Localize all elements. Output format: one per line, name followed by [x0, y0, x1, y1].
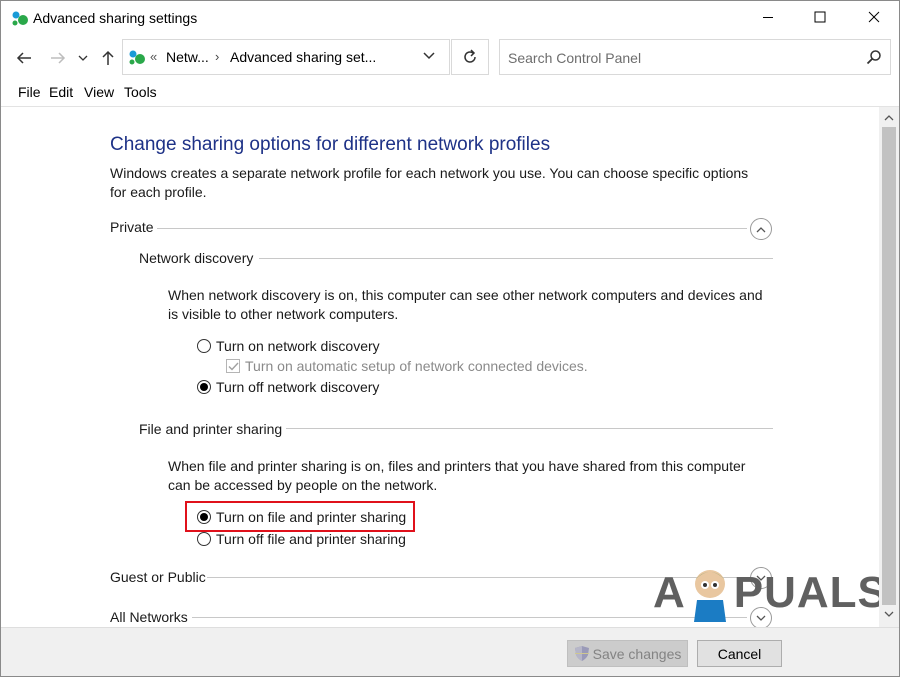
chevron-up-icon	[756, 226, 766, 232]
menu-view[interactable]: View	[84, 84, 114, 100]
overflow-chevron[interactable]: «	[150, 49, 157, 64]
highlight-annotation	[185, 501, 415, 532]
network-location-icon	[129, 50, 145, 65]
scroll-up-arrow-icon	[884, 115, 894, 121]
radio-label: Turn off file and printer sharing	[216, 531, 406, 547]
window-title: Advanced sharing settings	[33, 10, 198, 26]
back-arrow-icon	[16, 52, 31, 64]
page-intro: Windows creates a separate network profi…	[110, 165, 749, 200]
maximize-button[interactable]	[797, 1, 843, 33]
close-icon	[868, 11, 880, 23]
radio-button[interactable]	[197, 339, 211, 353]
scroll-thumb[interactable]	[882, 127, 896, 605]
breadcrumb-separator[interactable]: ›	[215, 49, 219, 64]
private-collapse-button[interactable]	[750, 218, 772, 240]
search-box[interactable]: Search Control Panel	[499, 39, 891, 75]
network-discovery-description: When network discovery is on, this compu…	[168, 287, 763, 322]
watermark-letters-puals: PUALS	[733, 568, 879, 617]
menu-file[interactable]: File	[18, 84, 41, 100]
address-dropdown-icon[interactable]	[423, 52, 435, 60]
minimize-button[interactable]	[745, 1, 791, 33]
back-button[interactable]	[13, 47, 35, 69]
radio-turn-off-network-discovery[interactable]: Turn off network discovery	[197, 379, 379, 395]
network-discovery-divider	[259, 258, 773, 259]
breadcrumb-network[interactable]: Netw...	[166, 49, 209, 65]
title-bar: Advanced sharing settings	[1, 1, 899, 37]
refresh-button[interactable]	[451, 39, 489, 75]
save-changes-button[interactable]: Save changes	[567, 640, 688, 667]
radio-label: Turn on network discovery	[216, 338, 380, 354]
checkbox-label: Turn on automatic setup of network conne…	[245, 358, 588, 374]
save-changes-label: Save changes	[592, 645, 682, 662]
up-arrow-icon	[102, 50, 114, 65]
up-button[interactable]	[97, 47, 119, 69]
file-printer-sharing-label: File and printer sharing	[139, 421, 283, 437]
dialog-footer: Save changes Cancel	[1, 627, 899, 676]
appuals-watermark: A PUALS	[653, 563, 879, 623]
file-printer-sharing-description: When file and printer sharing is on, fil…	[168, 458, 746, 493]
file-printer-sharing-divider	[286, 428, 773, 429]
private-divider	[157, 228, 747, 229]
radio-turn-off-file-printer-sharing[interactable]: Turn off file and printer sharing	[197, 531, 406, 547]
radio-label: Turn off network discovery	[216, 379, 380, 395]
watermark-letter-a: A	[653, 568, 686, 617]
network-app-icon	[12, 11, 28, 26]
maximize-icon	[814, 11, 826, 23]
refresh-icon	[464, 49, 476, 63]
minimize-icon	[763, 17, 773, 18]
network-discovery-label: Network discovery	[139, 250, 254, 266]
menu-edit[interactable]: Edit	[49, 84, 73, 100]
menu-tools[interactable]: Tools	[124, 84, 157, 100]
radio-selected-dot	[200, 383, 208, 391]
address-bar[interactable]: « Netw... › Advanced sharing set...	[122, 39, 450, 75]
recent-locations-button[interactable]	[75, 47, 91, 69]
close-button[interactable]	[851, 1, 897, 33]
checkbox[interactable]	[226, 359, 240, 373]
search-icon[interactable]	[866, 49, 882, 65]
all-networks-profile-label[interactable]: All Networks	[110, 609, 188, 625]
uac-shield-icon	[574, 646, 589, 661]
mascot-icon	[693, 570, 726, 622]
scroll-down-arrow-icon	[884, 611, 894, 617]
private-profile-label[interactable]: Private	[110, 219, 154, 235]
radio-button[interactable]	[197, 380, 211, 394]
radio-button[interactable]	[197, 532, 211, 546]
vertical-scrollbar[interactable]	[879, 107, 899, 627]
radio-turn-on-network-discovery[interactable]: Turn on network discovery	[197, 338, 380, 354]
settings-content: Change sharing options for different net…	[1, 107, 879, 627]
checkbox-auto-setup[interactable]: Turn on automatic setup of network conne…	[226, 358, 588, 374]
menu-bar: File Edit View Tools	[1, 79, 899, 107]
scroll-up-button[interactable]	[879, 109, 899, 127]
chevron-down-icon	[78, 55, 88, 61]
scroll-down-button[interactable]	[879, 605, 899, 623]
advanced-sharing-window: Advanced sharing settings « Netw... › Ad…	[0, 0, 900, 677]
cancel-button[interactable]: Cancel	[697, 640, 782, 667]
guest-public-profile-label[interactable]: Guest or Public	[110, 569, 206, 585]
navigation-bar: « Netw... › Advanced sharing set... Sear…	[1, 37, 899, 79]
forward-arrow-icon	[51, 52, 66, 64]
checkmark-icon	[228, 362, 239, 371]
forward-button[interactable]	[47, 47, 69, 69]
page-title: Change sharing options for different net…	[110, 134, 551, 155]
search-input[interactable]: Search Control Panel	[508, 50, 641, 66]
breadcrumb-advanced-sharing[interactable]: Advanced sharing set...	[230, 49, 376, 65]
